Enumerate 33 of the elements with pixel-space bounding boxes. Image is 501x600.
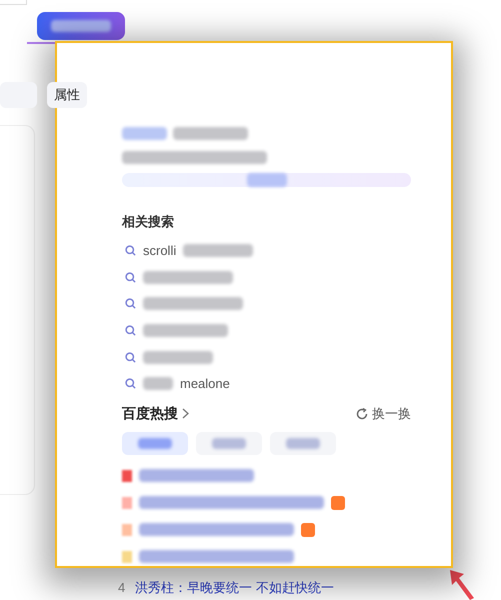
section-title: 相关搜索 — [122, 213, 175, 231]
refresh-icon — [356, 408, 368, 420]
panel-tab[interactable]: 属性 — [47, 82, 87, 108]
rank-number: 4 — [118, 579, 126, 597]
pixelated-text — [143, 377, 173, 390]
pixelated-text — [122, 127, 167, 140]
tab[interactable] — [0, 82, 37, 108]
tab[interactable] — [270, 432, 336, 456]
arrow-icon — [448, 568, 476, 600]
tab[interactable] — [122, 432, 188, 456]
tab[interactable] — [196, 432, 262, 456]
pixelated-rank — [122, 524, 132, 536]
below-row[interactable]: 4 洪秀柱：早晚要统一 不如赶快统一 — [118, 578, 334, 598]
pixelated-rank — [122, 550, 132, 563]
pixelated-rank — [122, 470, 132, 482]
section-title[interactable]: 百度热搜 — [122, 403, 178, 424]
pixelated-rank — [122, 496, 132, 509]
hot-search-link[interactable]: 洪秀柱：早晚要统一 不如赶快统一 — [135, 578, 334, 598]
search-icon — [125, 325, 136, 336]
pixelated-button[interactable] — [37, 12, 125, 40]
search-icon — [125, 272, 136, 283]
related-search-item[interactable]: mealone — [122, 370, 411, 398]
search-icon — [125, 245, 136, 256]
search-icon — [125, 352, 136, 363]
search-text: mealone — [180, 375, 230, 394]
pixelated-text — [183, 244, 254, 258]
chevron-right-icon — [182, 408, 189, 420]
search-text: scrolli — [143, 242, 176, 260]
related-search-item[interactable]: scrolli — [122, 238, 411, 264]
search-icon — [125, 298, 136, 310]
pixelated-text — [143, 350, 213, 364]
refresh-button[interactable]: 换一换 — [356, 404, 411, 424]
search-icon — [125, 378, 136, 390]
